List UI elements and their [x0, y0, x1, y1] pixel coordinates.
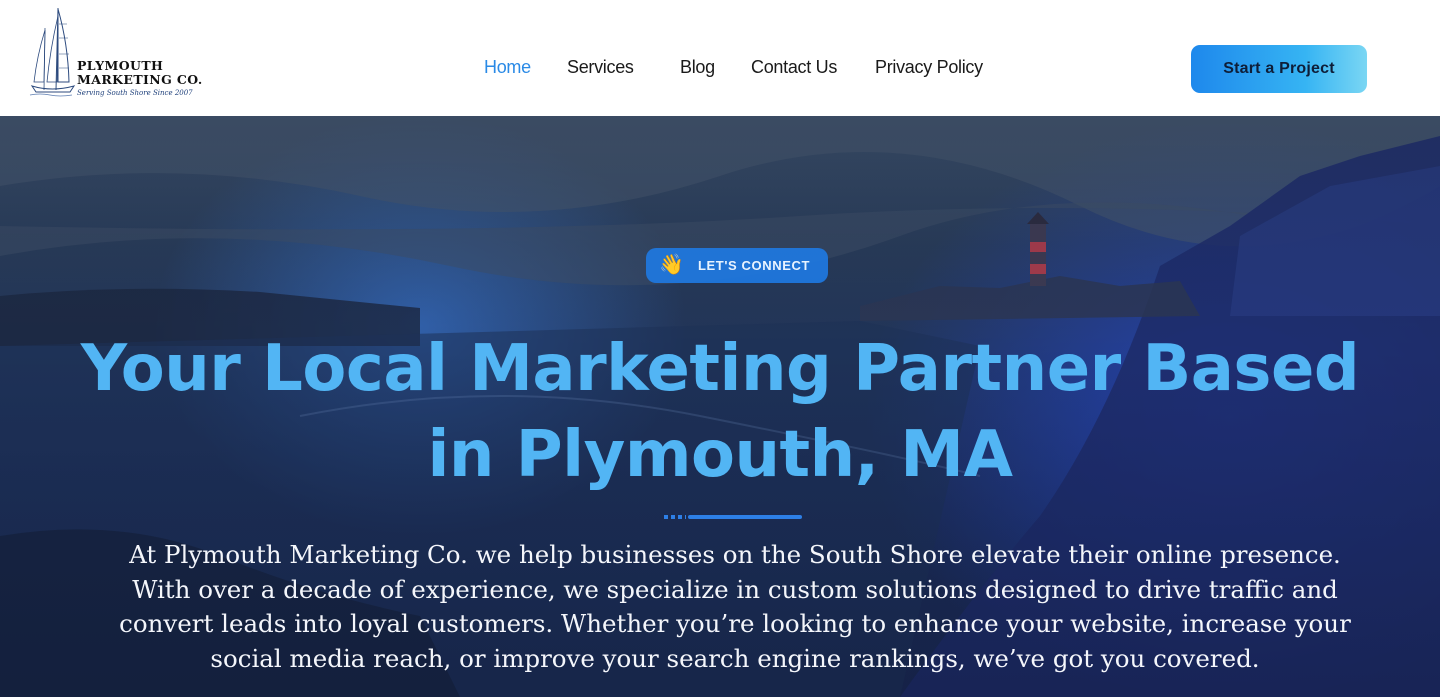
logo-tagline: Serving South Shore Since 2007 [77, 89, 193, 97]
nav-item-home[interactable]: Home [484, 57, 531, 78]
nav-item-services[interactable]: Services [567, 57, 634, 78]
nav-item-blog[interactable]: Blog [680, 57, 715, 78]
site-header: PLYMOUTH MARKETING CO. Serving South Sho… [0, 0, 1440, 116]
hero-title: Your Local Marketing Partner Based in Pl… [80, 332, 1360, 492]
site-logo[interactable]: PLYMOUTH MARKETING CO. Serving South Sho… [28, 4, 218, 104]
start-project-button[interactable]: Start a Project [1191, 45, 1367, 93]
sailboat-icon [29, 7, 76, 97]
divider-dots [664, 515, 686, 519]
divider-line [688, 515, 802, 519]
badge-label: LET'S CONNECT [698, 258, 811, 273]
nav-item-contact-us[interactable]: Contact Us [751, 57, 837, 78]
lets-connect-badge: 👋 LET'S CONNECT [646, 248, 828, 283]
main-nav: Home Services Blog Contact Us Privacy Po… [0, 57, 1100, 83]
hero-section: 👋 LET'S CONNECT Your Local Marketing Par… [0, 116, 1440, 697]
nav-item-privacy-policy[interactable]: Privacy Policy [875, 57, 983, 78]
hero-description: At Plymouth Marketing Co. we help busine… [119, 540, 1351, 673]
waving-hand-icon: 👋 [659, 254, 684, 276]
title-divider [664, 515, 802, 519]
